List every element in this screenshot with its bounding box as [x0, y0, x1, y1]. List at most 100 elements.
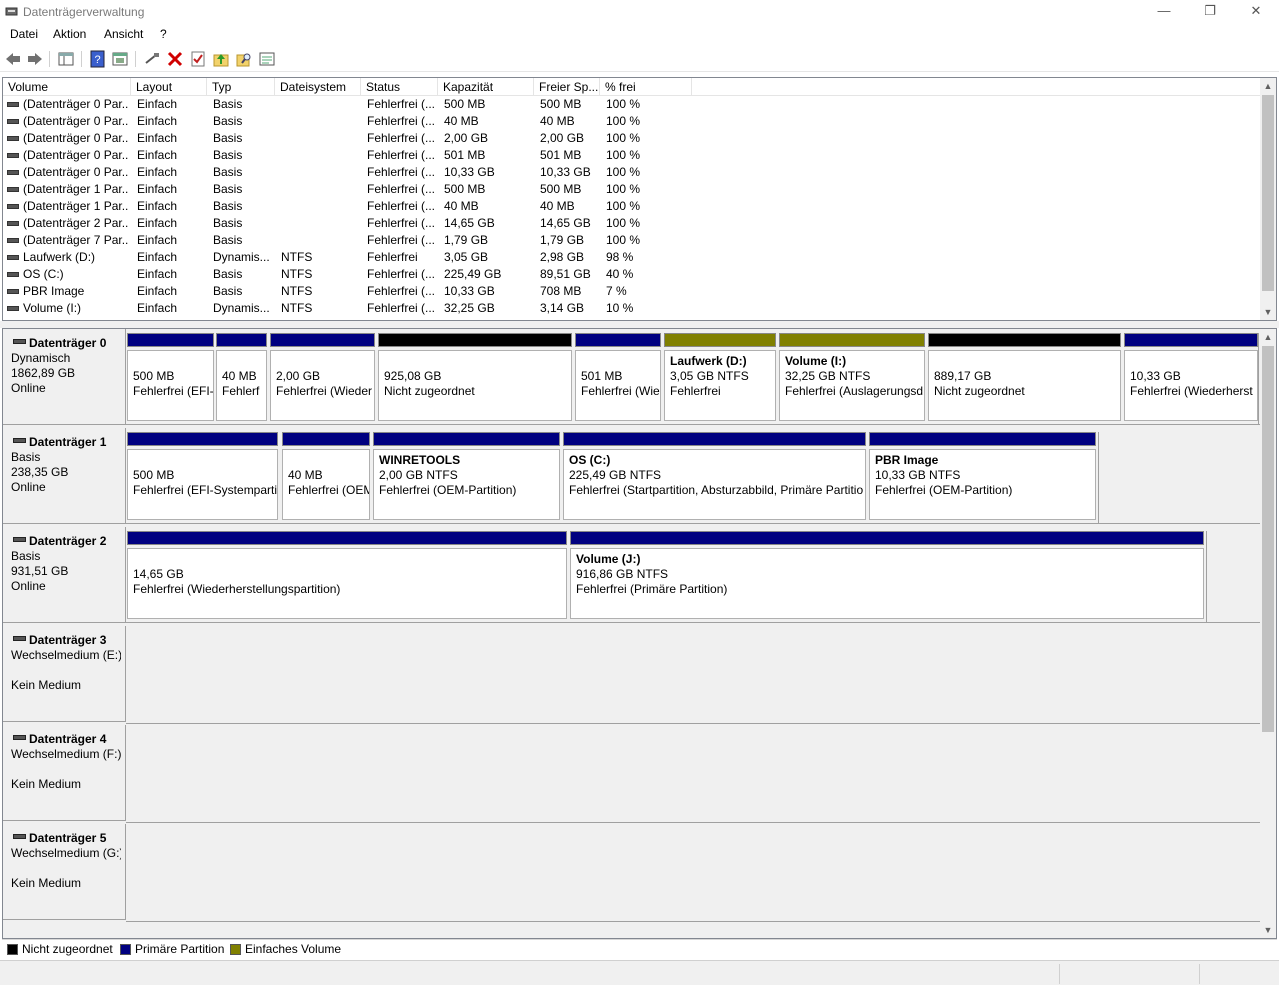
cell-volume: (Datenträger 0 Par...	[23, 131, 129, 145]
header-col-freier-speicher[interactable]: Freier Sp...	[534, 78, 600, 96]
header-col-status[interactable]: Status	[361, 78, 438, 96]
partition[interactable]: PBR Image 10,33 GB NTFS Fehlerfrei (OEM-Pa…	[869, 432, 1096, 520]
partition[interactable]: Volume (I:) 32,25 GB NTFS Fehlerfrei (Ausl…	[779, 333, 925, 421]
menu-help[interactable]: ?	[160, 27, 167, 41]
disk-view-scroll-thumb[interactable]	[1262, 346, 1274, 732]
table-row[interactable]: OS (C:) Einfach Basis NTFS Fehlerfrei (... 22…	[3, 266, 1261, 283]
partition-name: Volume (I:)	[785, 354, 847, 368]
partition[interactable]: 10,33 GB Fehlerfrei (Wiederherst	[1124, 333, 1258, 421]
partition-size: 925,08 GB	[384, 369, 442, 383]
cell-kapazitaet: 500 MB	[444, 182, 486, 196]
partition[interactable]: Laufwerk (D:) 3,05 GB NTFS Fehlerfrei	[664, 333, 776, 421]
table-row[interactable]: (Datenträger 0 Par... Einfach Basis Fehlerf…	[3, 164, 1261, 181]
disk-drive-icon	[13, 735, 26, 740]
cell-typ: Basis	[213, 114, 243, 128]
table-row[interactable]: (Datenträger 1 Par... Einfach Basis Fehlerf…	[3, 181, 1261, 198]
volume-list-scrollbar[interactable]: ▲ ▼	[1260, 78, 1276, 320]
menu-aktion[interactable]: Aktion	[53, 27, 86, 41]
cell-prozent-frei: 7 %	[606, 284, 627, 298]
partition-type-bar	[570, 531, 1204, 545]
partition-status: Fehlerfrei	[670, 384, 721, 398]
scroll-up-arrow-icon[interactable]: ▲	[1260, 329, 1276, 345]
partition[interactable]: OS (C:) 225,49 GB NTFS Fehlerfrei (Startpa…	[563, 432, 866, 520]
properties-icon[interactable]	[111, 50, 129, 68]
header-col-kapazitaet[interactable]: Kapazität	[438, 78, 534, 96]
cell-prozent-frei: 100 %	[606, 131, 641, 145]
scroll-down-arrow-icon[interactable]: ▼	[1260, 922, 1276, 938]
table-row[interactable]: (Datenträger 0 Par... Einfach Basis Fehlerf…	[3, 96, 1261, 113]
volume-icon	[7, 136, 19, 141]
disk-label[interactable]: Datenträger 4 Wechselmedium (F:) Kein Medi…	[3, 725, 126, 821]
delete-icon[interactable]	[166, 50, 184, 68]
header-col-dateisystem[interactable]: Dateisystem	[275, 78, 361, 96]
partition[interactable]: 2,00 GB Fehlerfrei (Wieder	[270, 333, 375, 421]
disk-label[interactable]: Datenträger 0 Dynamisch 1862,89 GB Online	[3, 329, 126, 425]
table-row[interactable]: Volume (I:) Einfach Dynamis... NTFS Fehlerfr…	[3, 300, 1261, 317]
table-row[interactable]: (Datenträger 7 Par... Einfach Basis Fehlerf…	[3, 232, 1261, 249]
unallocated-space[interactable]: 925,08 GB Nicht zugeordnet	[378, 333, 572, 421]
settings-panel-icon[interactable]	[258, 50, 276, 68]
cell-kapazitaet: 2,00 GB	[444, 131, 489, 145]
minimize-button[interactable]: —	[1141, 0, 1187, 24]
cell-kapazitaet: 501 MB	[444, 148, 486, 162]
disk-row: Datenträger 2 Basis 931,51 GB Online 14,65 G…	[3, 527, 1262, 626]
help-icon[interactable]: ?	[89, 50, 107, 68]
restore-button[interactable]: ❐	[1187, 0, 1233, 24]
table-row[interactable]: PBR Image Einfach Basis NTFS Fehlerfrei (...…	[3, 283, 1261, 300]
partition[interactable]: 14,65 GB Fehlerfrei (Wiederherstellungspa…	[127, 531, 567, 619]
partition[interactable]: 500 MB Fehlerfrei (EFI-Systemparti	[127, 432, 278, 520]
close-button[interactable]: ✕	[1233, 0, 1279, 24]
partition[interactable]: WINRETOOLS 2,00 GB NTFS Fehlerfrei (OEM-Pa…	[373, 432, 560, 520]
folder-up-icon[interactable]	[212, 50, 230, 68]
cell-volume: (Datenträger 1 Par...	[23, 182, 129, 196]
check-icon[interactable]	[189, 50, 207, 68]
cell-freier-speicher: 1,79 GB	[540, 233, 585, 247]
table-row[interactable]: (Datenträger 1 Par... Einfach Basis Fehlerf…	[3, 198, 1261, 215]
table-row[interactable]: (Datenträger 0 Par... Einfach Basis Fehlerf…	[3, 147, 1261, 164]
cell-typ: Basis	[213, 182, 243, 196]
forward-arrow-icon[interactable]	[26, 50, 44, 68]
header-col-volume[interactable]: Volume	[3, 78, 131, 96]
menu-datei[interactable]: Datei	[10, 27, 38, 41]
partition[interactable]: 500 MB Fehlerfrei (EFI-	[127, 333, 214, 421]
header-col-prozent-frei[interactable]: % frei	[600, 78, 692, 96]
pane-splitter[interactable]	[0, 321, 1279, 328]
table-row[interactable]: (Datenträger 2 Par... Einfach Basis Fehlerf…	[3, 215, 1261, 232]
scroll-up-arrow-icon[interactable]: ▲	[1260, 78, 1276, 94]
disk-label[interactable]: Datenträger 5 Wechselmedium (G:) Kein Medi…	[3, 824, 126, 920]
volume-list-header: Volume Layout Typ Dateisystem Status Kapazitä…	[3, 78, 1263, 96]
partition-type-bar	[869, 432, 1096, 446]
disk-label[interactable]: Datenträger 2 Basis 931,51 GB Online	[3, 527, 126, 623]
disk-row: Datenträger 3 Wechselmedium (E:) Kein Medi…	[3, 626, 1262, 725]
scroll-down-arrow-icon[interactable]: ▼	[1260, 304, 1276, 320]
table-row[interactable]: (Datenträger 0 Par... Einfach Basis Fehlerf…	[3, 113, 1261, 130]
partition-body: WINRETOOLS 2,00 GB NTFS Fehlerfrei (OEM-Pa…	[373, 449, 560, 520]
disk-info-line: Wechselmedium (E:)	[11, 648, 121, 662]
back-arrow-icon[interactable]	[4, 50, 22, 68]
partition[interactable]: 40 MB Fehlerfrei (OEM	[282, 432, 370, 520]
folder-search-icon[interactable]	[235, 50, 253, 68]
header-col-typ[interactable]: Typ	[207, 78, 275, 96]
partition[interactable]: Volume (J:) 916,86 GB NTFS Fehlerfrei (Pri…	[570, 531, 1204, 619]
legend-swatch-simple	[230, 944, 241, 955]
volume-icon	[7, 238, 19, 243]
volume-list-scroll-thumb[interactable]	[1262, 95, 1274, 291]
menu-ansicht[interactable]: Ansicht	[104, 27, 143, 41]
partition[interactable]: 40 MB Fehlerf	[216, 333, 267, 421]
cell-typ: Basis	[213, 284, 243, 298]
console-tree-icon[interactable]	[57, 50, 75, 68]
disk-label[interactable]: Datenträger 3 Wechselmedium (E:) Kein Medi…	[3, 626, 126, 722]
partition-status: Fehlerfrei (OEM-Partition)	[379, 483, 517, 497]
table-row[interactable]: (Datenträger 0 Par... Einfach Basis Fehlerf…	[3, 130, 1261, 147]
partition-name: PBR Image	[875, 453, 939, 467]
connect-icon[interactable]	[143, 50, 161, 68]
unallocated-space[interactable]: 889,17 GB Nicht zugeordnet	[928, 333, 1121, 421]
partition[interactable]: 501 MB Fehlerfrei (Wie	[575, 333, 661, 421]
header-col-layout[interactable]: Layout	[131, 78, 207, 96]
disk-label[interactable]: Datenträger 1 Basis 238,35 GB Online	[3, 428, 126, 524]
legend: Nicht zugeordnet Primäre Partition Einfa…	[2, 939, 1277, 958]
disk-view-scrollbar[interactable]: ▲ ▼	[1260, 329, 1276, 938]
table-row[interactable]: Laufwerk (D:) Einfach Dynamis... NTFS Fehler…	[3, 249, 1261, 266]
disk-name: Datenträger 1	[11, 435, 125, 450]
svg-text:?: ?	[94, 54, 100, 66]
